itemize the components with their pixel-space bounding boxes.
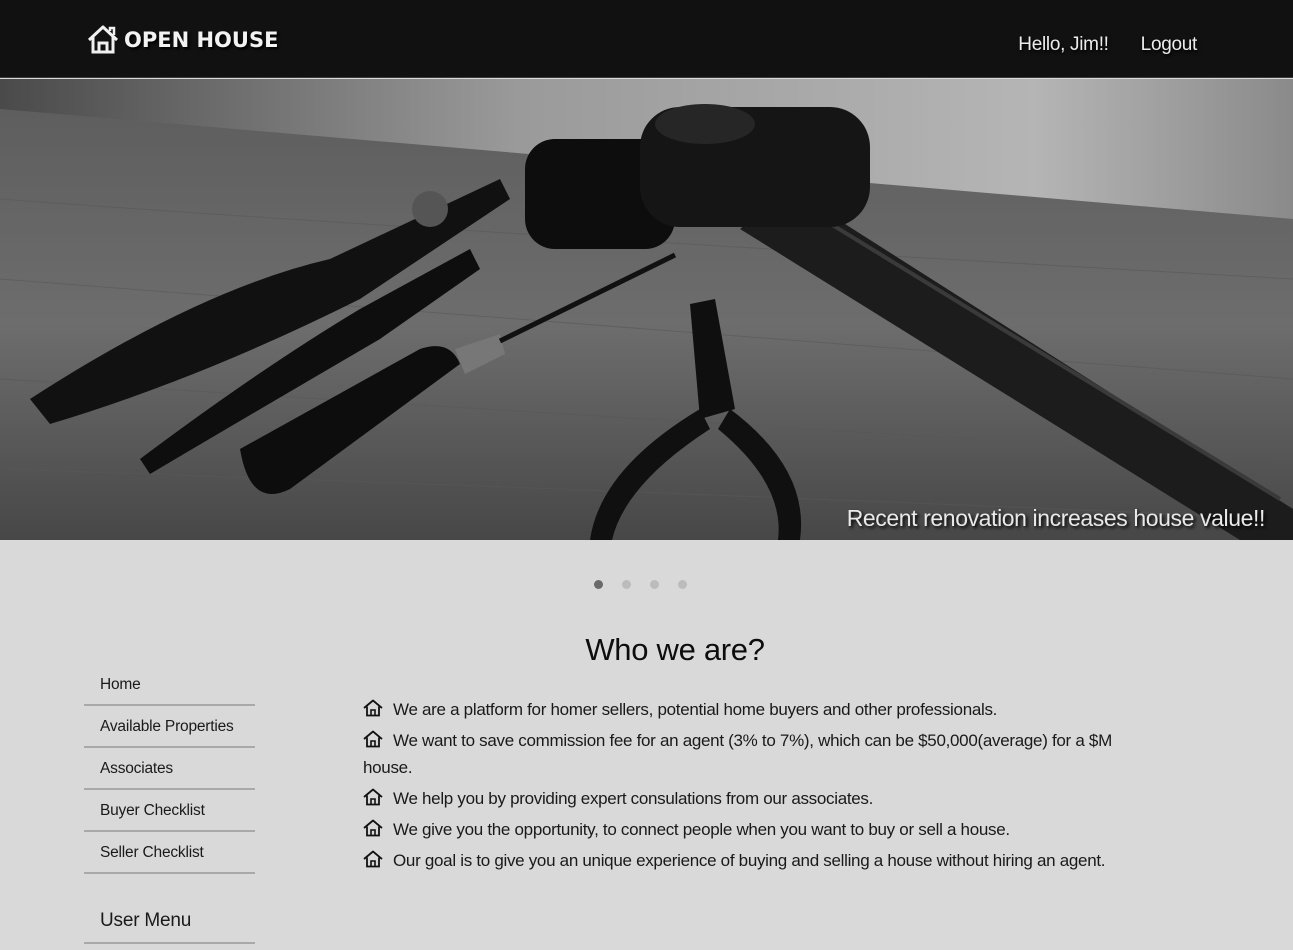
page-title: Who we are? bbox=[585, 632, 765, 667]
sidebar-item-home[interactable]: Home bbox=[84, 664, 255, 706]
carousel-indicator-4[interactable] bbox=[678, 580, 687, 589]
list-item-text: We help you by providing expert consulat… bbox=[393, 789, 874, 808]
carousel-indicator-3[interactable] bbox=[650, 580, 659, 589]
house-icon bbox=[363, 730, 383, 748]
hero-image-tools bbox=[0, 79, 1293, 540]
sidebar-item-seller-checklist[interactable]: Seller Checklist bbox=[84, 832, 255, 874]
list-item-text: Our goal is to give you an unique experi… bbox=[393, 851, 1106, 870]
about-list: We are a platform for homer sellers, pot… bbox=[363, 696, 1133, 878]
hero-caption: Recent renovation increases house value!… bbox=[846, 505, 1266, 531]
logout-link[interactable]: Logout bbox=[1141, 34, 1198, 56]
carousel-indicator-1[interactable] bbox=[594, 580, 603, 589]
hero-carousel[interactable]: Recent renovation increases house value!… bbox=[0, 79, 1293, 540]
list-item-text: We are a platform for homer sellers, pot… bbox=[393, 700, 998, 719]
sidebar-item-associates[interactable]: Associates bbox=[84, 748, 255, 790]
list-item: Our goal is to give you an unique experi… bbox=[363, 847, 1133, 874]
list-item-text: We want to save commission fee for an ag… bbox=[363, 731, 1112, 777]
carousel-indicator-2[interactable] bbox=[622, 580, 631, 589]
user-nav: Hello, Jim!! Logout bbox=[1018, 34, 1197, 56]
top-navbar: OPEN HOUSE Hello, Jim!! Logout bbox=[0, 0, 1293, 78]
list-item: We give you the opportunity, to connect … bbox=[363, 816, 1133, 843]
sidebar-item-available-properties[interactable]: Available Properties bbox=[84, 706, 255, 748]
house-icon bbox=[363, 699, 383, 717]
sidebar-menu: Home Available Properties Associates Buy… bbox=[84, 664, 255, 944]
house-icon bbox=[363, 819, 383, 837]
house-icon bbox=[87, 25, 119, 54]
house-icon bbox=[363, 788, 383, 806]
sidebar-item-buyer-checklist[interactable]: Buyer Checklist bbox=[84, 790, 255, 832]
carousel-indicators bbox=[594, 580, 687, 589]
list-item: We are a platform for homer sellers, pot… bbox=[363, 696, 1133, 723]
brand-logo-link[interactable]: OPEN HOUSE bbox=[86, 22, 278, 58]
list-item: We want to save commission fee for an ag… bbox=[363, 727, 1133, 781]
list-item-text: We give you the opportunity, to connect … bbox=[393, 820, 1010, 839]
greeting-link[interactable]: Hello, Jim!! bbox=[1018, 34, 1109, 56]
user-menu-heading: User Menu bbox=[84, 898, 255, 944]
house-icon bbox=[363, 850, 383, 868]
list-item: We help you by providing expert consulat… bbox=[363, 785, 1133, 812]
brand-name: OPEN HOUSE bbox=[124, 28, 279, 52]
